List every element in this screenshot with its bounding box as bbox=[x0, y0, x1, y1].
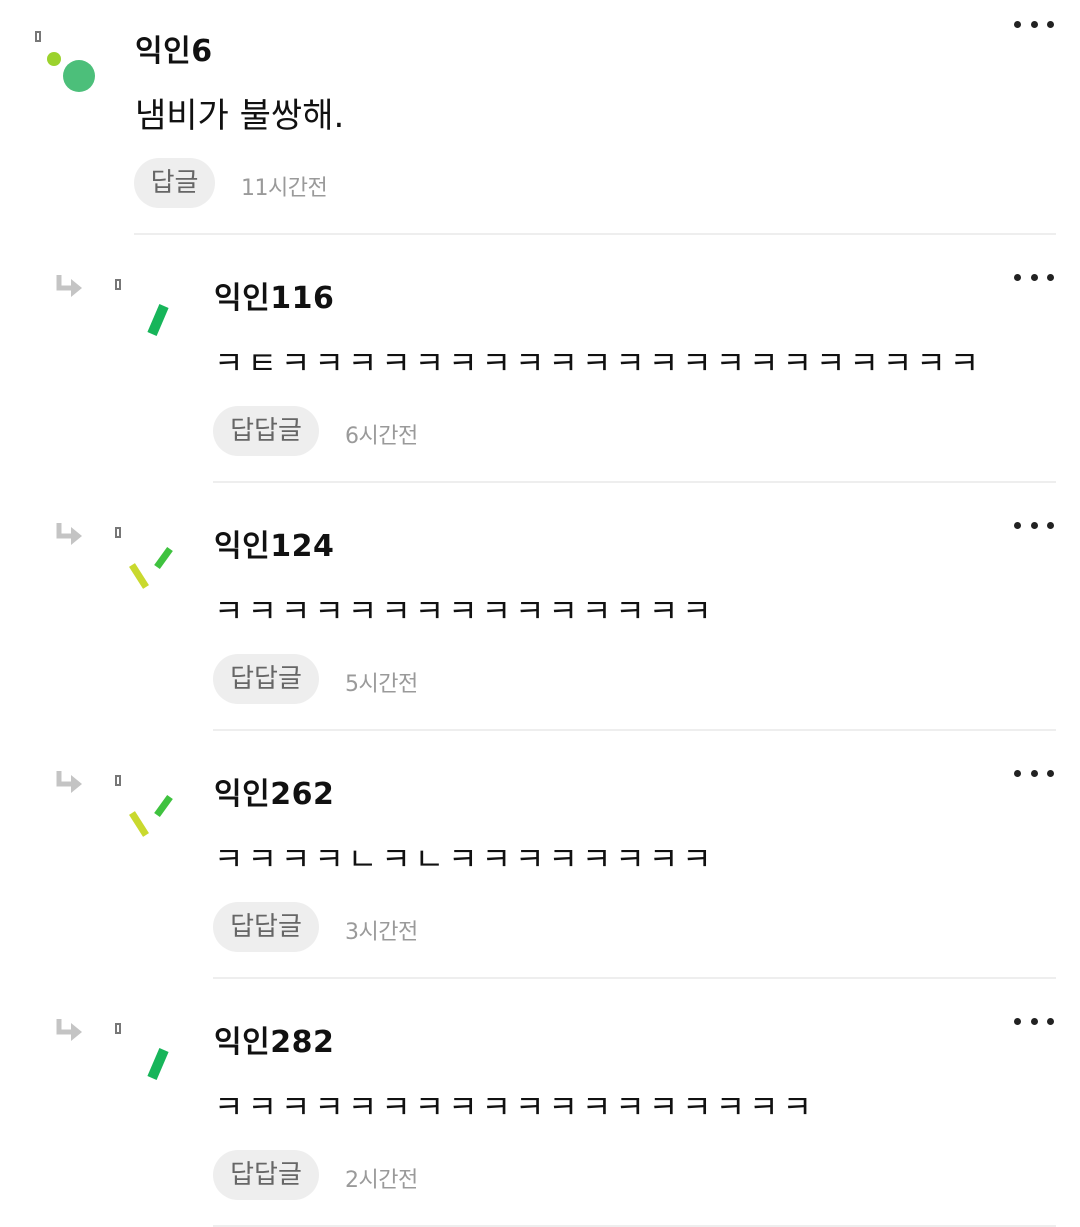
reply-item: 익인282 ㅋㅋㅋㅋㅋㅋㅋㅋㅋㅋㅋㅋㅋㅋㅋㅋㅋㅋ 답답글 2시간전 bbox=[0, 979, 1080, 1227]
more-options-icon[interactable] bbox=[1014, 16, 1054, 32]
comment-time: 3시간전 bbox=[345, 920, 418, 945]
reply-button[interactable]: 답답글 bbox=[213, 406, 319, 456]
double-bar-avatar-icon bbox=[129, 794, 173, 837]
comment-time: 2시간전 bbox=[345, 1168, 418, 1193]
more-options-icon[interactable] bbox=[1014, 269, 1054, 285]
reply-button[interactable]: 답답글 bbox=[213, 1150, 319, 1200]
comment-nickname: 익인6 bbox=[135, 34, 213, 69]
comment-nickname: 익인116 bbox=[214, 281, 335, 316]
dots-avatar-icon bbox=[47, 52, 95, 92]
comment-text: ㅋㅋㅋㅋㄴㅋㄴㅋㅋㅋㅋㅋㅋㅋㅋ bbox=[214, 840, 716, 878]
reply-button[interactable]: 답글 bbox=[134, 158, 215, 208]
badge-mark-icon bbox=[115, 279, 121, 290]
single-bar-avatar-icon bbox=[147, 304, 169, 336]
badge-mark-icon bbox=[115, 1023, 121, 1034]
reply-arrow-icon bbox=[56, 1019, 82, 1041]
comment-nickname: 익인282 bbox=[214, 1025, 335, 1060]
badge-mark-icon bbox=[115, 775, 121, 786]
reply-item: 익인116 ㅋㅌㅋㅋㅋㅋㅋㅋㅋㅋㅋㅋㅋㅋㅋㅋㅋㅋㅋㅋㅋㅋㅋ 답답글 6시간전 bbox=[0, 235, 1080, 483]
single-bar-avatar-icon bbox=[147, 1048, 169, 1080]
reply-arrow-icon bbox=[56, 523, 82, 545]
comment-item: 익인6 냄비가 불쌍해. 답글 11시간전 bbox=[0, 0, 1080, 235]
comment-text: ㅋㅋㅋㅋㅋㅋㅋㅋㅋㅋㅋㅋㅋㅋㅋ bbox=[214, 592, 716, 630]
reply-arrow-icon bbox=[56, 275, 82, 297]
badge-mark-icon bbox=[115, 527, 121, 538]
comment-nickname: 익인262 bbox=[214, 777, 335, 812]
double-bar-avatar-icon bbox=[129, 546, 173, 589]
reply-button[interactable]: 답답글 bbox=[213, 902, 319, 952]
more-options-icon[interactable] bbox=[1014, 765, 1054, 781]
comment-text: ㅋㅋㅋㅋㅋㅋㅋㅋㅋㅋㅋㅋㅋㅋㅋㅋㅋㅋ bbox=[214, 1088, 816, 1126]
comment-time: 11시간전 bbox=[241, 176, 328, 201]
reply-arrow-icon bbox=[56, 771, 82, 793]
badge-mark-icon bbox=[35, 31, 41, 42]
comment-time: 5시간전 bbox=[345, 672, 418, 697]
comment-nickname: 익인124 bbox=[214, 529, 335, 564]
reply-item: 익인124 ㅋㅋㅋㅋㅋㅋㅋㅋㅋㅋㅋㅋㅋㅋㅋ 답답글 5시간전 bbox=[0, 483, 1080, 731]
reply-button[interactable]: 답답글 bbox=[213, 654, 319, 704]
more-options-icon[interactable] bbox=[1014, 1013, 1054, 1029]
more-options-icon[interactable] bbox=[1014, 517, 1054, 533]
comment-time: 6시간전 bbox=[345, 424, 418, 449]
comment-text: ㅋㅌㅋㅋㅋㅋㅋㅋㅋㅋㅋㅋㅋㅋㅋㅋㅋㅋㅋㅋㅋㅋㅋ bbox=[214, 344, 984, 382]
reply-item: 익인262 ㅋㅋㅋㅋㄴㅋㄴㅋㅋㅋㅋㅋㅋㅋㅋ 답답글 3시간전 bbox=[0, 731, 1080, 979]
comment-text: 냄비가 불쌍해. bbox=[135, 96, 345, 136]
